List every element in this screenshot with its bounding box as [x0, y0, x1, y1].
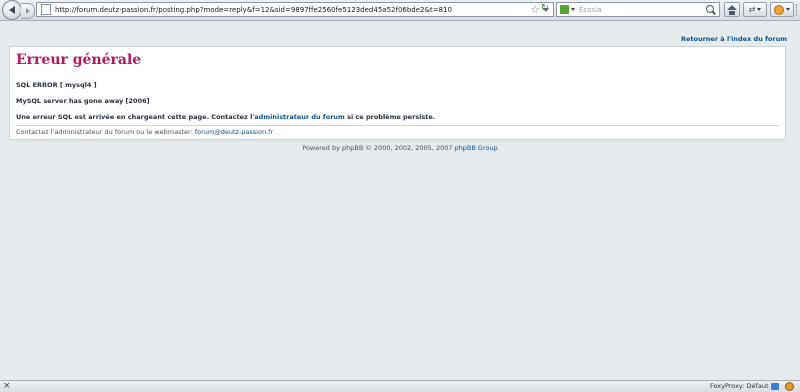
- contact-line: Contactez l'administrateur du forum ou l…: [16, 128, 273, 136]
- footer-text: Powered by phpBB © 2000, 2002, 2005, 200…: [302, 144, 455, 152]
- forward-button[interactable]: [21, 3, 35, 19]
- home-icon: [727, 5, 737, 10]
- close-icon[interactable]: ×: [3, 380, 11, 392]
- contact-prefix: Contactez l'administrateur du forum ou l…: [16, 128, 195, 136]
- browser-toolbar: http://forum.deutz-passion.fr/posting.ph…: [0, 0, 800, 21]
- error-message-suffix: si ce problème persiste.: [344, 113, 436, 121]
- toolbar-grip[interactable]: [796, 4, 800, 16]
- error-message-prefix: Une erreur SQL est arrivée en chargeant …: [16, 113, 255, 121]
- contact-email-link[interactable]: forum@deutz-passion.fr: [195, 128, 273, 136]
- tools-button[interactable]: ⇄: [743, 2, 767, 17]
- magnifier-icon[interactable]: [706, 4, 716, 15]
- tools-dropdown-icon: [757, 8, 762, 11]
- phpbb-link[interactable]: phpBB Group: [455, 144, 498, 152]
- status-bar: × FoxyProxy: Défaut: [0, 380, 800, 392]
- home-button[interactable]: [724, 2, 740, 17]
- back-arrow-icon: [8, 6, 15, 14]
- tools-icon: ⇄: [748, 5, 756, 14]
- engine-dropdown-icon[interactable]: [571, 8, 575, 11]
- address-bar[interactable]: http://forum.deutz-passion.fr/posting.ph…: [36, 2, 554, 17]
- footer: Powered by phpBB © 2000, 2002, 2005, 200…: [0, 144, 800, 152]
- error-message: Une erreur SQL est arrivée en chargeant …: [16, 113, 435, 121]
- foxyproxy-icon[interactable]: [771, 383, 779, 390]
- ecosia-icon[interactable]: [560, 5, 569, 14]
- back-button[interactable]: [2, 0, 22, 20]
- addon-button[interactable]: [770, 2, 794, 17]
- reload-icon[interactable]: ↻: [538, 2, 552, 15]
- sql-error-line: SQL ERROR [ mysql4 ]: [16, 81, 97, 89]
- greasemonkey-status-icon[interactable]: [785, 382, 794, 391]
- foxyproxy-status[interactable]: FoxyProxy: Défaut: [710, 381, 769, 392]
- search-bar[interactable]: Ecosia: [556, 2, 720, 17]
- url-text[interactable]: http://forum.deutz-passion.fr/posting.ph…: [55, 6, 530, 14]
- error-panel: Erreur générale SQL ERROR [ mysql4 ] MyS…: [9, 46, 786, 140]
- page-title: Erreur générale: [16, 52, 142, 68]
- admin-link[interactable]: administrateur du forum: [254, 113, 345, 121]
- forward-arrow-icon: [25, 8, 30, 14]
- divider: [16, 125, 779, 126]
- return-to-index-link[interactable]: Retourner à l'index du forum: [681, 35, 787, 43]
- mysql-message: MySQL server has gone away [2006]: [16, 97, 150, 105]
- greasemonkey-icon: [774, 4, 784, 15]
- page-icon: [41, 4, 51, 15]
- search-input[interactable]: Ecosia: [579, 6, 706, 14]
- addon-dropdown-icon: [786, 8, 790, 11]
